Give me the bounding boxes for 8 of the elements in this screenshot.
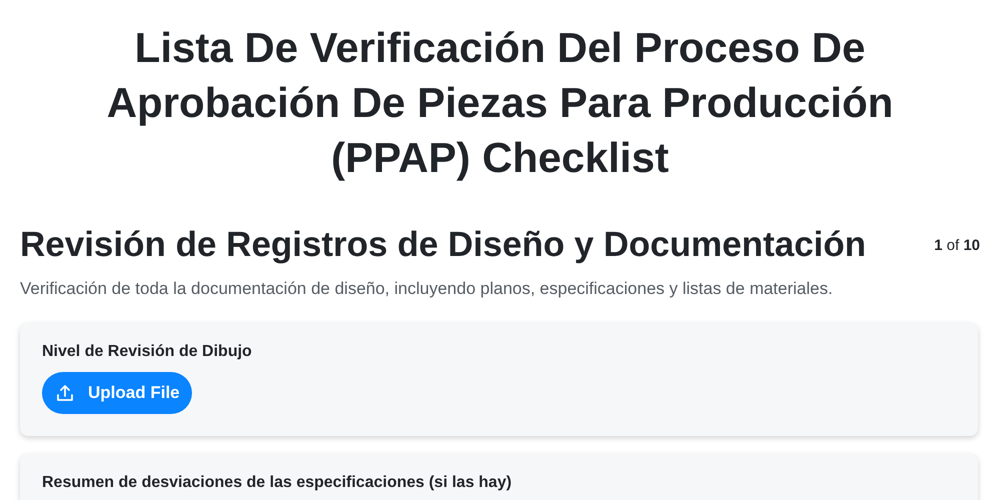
section-heading: Revisión de Registros de Diseño y Documentación	[20, 224, 866, 266]
question-label: Resumen de desviaciones de las especificaciones (si las hay)	[42, 474, 513, 492]
upload-button[interactable]: Upload File	[42, 372, 192, 414]
question-label: Nivel de Revisión de Dibujo	[42, 343, 253, 361]
page-counter: 1 of 10	[934, 236, 980, 254]
section-description: Verificación de toda la documentación de diseño, incluyendo planos, especificaciones y listas de materiales.	[20, 279, 834, 299]
upload-icon	[56, 384, 74, 402]
page-title: Lista De Verificación Del Proceso De Aprobación De Piezas Para Producción (PPAP) Checklist	[106, 23, 894, 183]
